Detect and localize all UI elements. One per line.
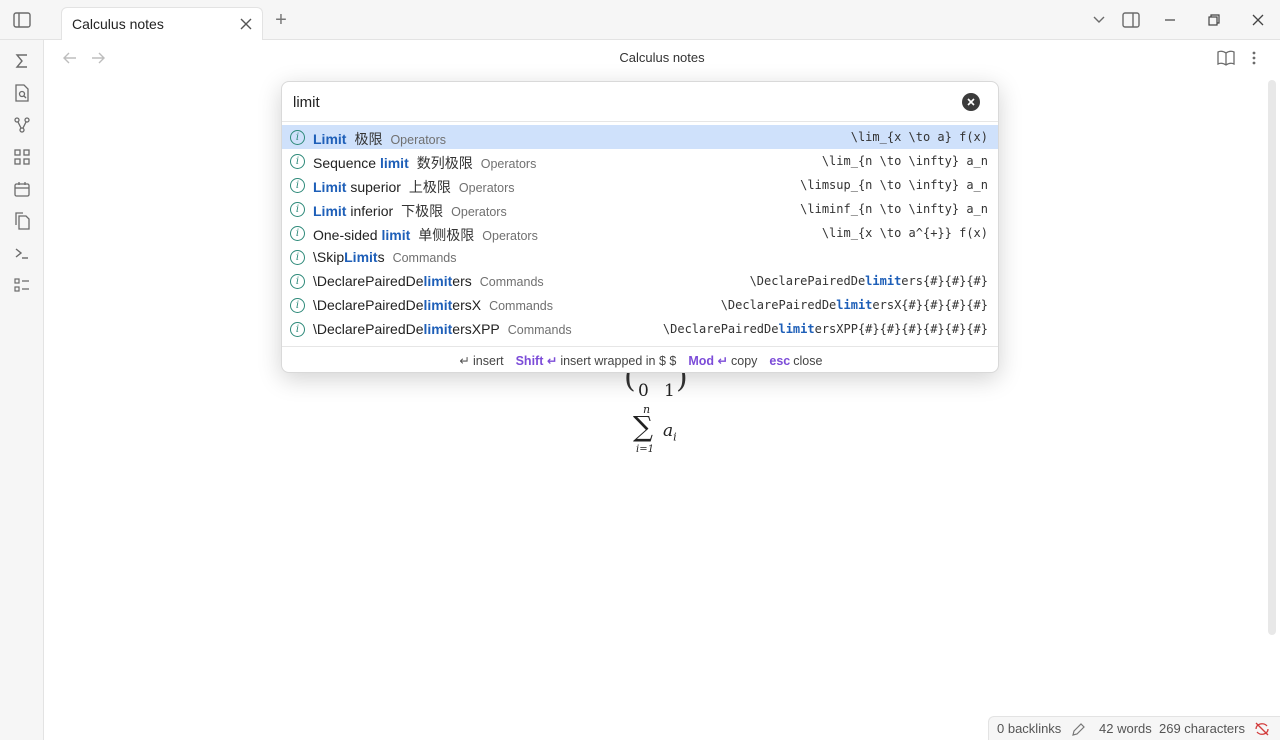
suggestion-chinese-name: 上极限 [408, 179, 451, 195]
grid-icon[interactable] [12, 147, 32, 167]
suggestion-item[interactable]: i \DeclarePairedDelimitersX Commands \Decla… [282, 293, 998, 317]
suggestion-code: \DeclarePairedDelimitersX{#}{#}{#}{#} [720, 298, 988, 312]
latex-suggest-modal: iLimit极限Operators\lim_{x \to a} f(x)iSeq… [281, 81, 999, 373]
title-bar: Calculus notes + [0, 0, 1280, 40]
suggestion-name: One-sided limit 单侧极限 Operators [313, 227, 538, 243]
close-icon[interactable] [238, 16, 254, 32]
graph-icon[interactable] [12, 115, 32, 135]
info-icon: i [290, 226, 305, 241]
left-ribbon [0, 40, 44, 740]
suggestion-name: Limit superior 上极限 Operators [313, 179, 515, 195]
matrix-cell: 1 [664, 381, 675, 401]
suggestion-code: \lim_{n \to \infty} a_n [821, 154, 988, 168]
view-header: Calculus notes [44, 40, 1280, 78]
suggestion-name: \DeclarePairedDelimiters Commands [313, 273, 544, 289]
search-file-icon[interactable] [12, 83, 32, 103]
scrollbar[interactable] [1268, 80, 1276, 635]
suggestion-item[interactable]: i Limit inferior 下极限 Operators \liminf_{n \t… [282, 197, 998, 221]
suggestion-category: Operators [451, 205, 507, 219]
character-count: 269 characters [1159, 721, 1245, 736]
info-icon: i [290, 202, 305, 217]
suggestion-category: Operators [390, 133, 447, 147]
suggestion-category: Commands [479, 275, 544, 289]
new-tab-icon[interactable]: + [271, 9, 291, 31]
backlinks-count[interactable]: 0 backlinks [997, 721, 1061, 736]
info-icon: i [290, 130, 305, 145]
copy-files-icon[interactable] [12, 211, 32, 231]
search-input[interactable] [293, 90, 943, 114]
suggestion-chinese-name: 数列极限 [416, 155, 473, 171]
suggestion-item[interactable]: i Limit superior 上极限 Operators \limsup_{n \t… [282, 173, 998, 197]
info-icon: i [290, 298, 305, 313]
sync-error-icon[interactable] [1254, 722, 1270, 739]
more-options-icon[interactable] [1245, 49, 1263, 67]
info-icon: i [290, 322, 305, 337]
tab-calculus-notes[interactable]: Calculus notes [61, 7, 263, 40]
close-window-icon[interactable] [1248, 10, 1268, 30]
terminal-icon[interactable] [12, 243, 32, 263]
suggestion-item[interactable]: i Sequence limit 数列极限 Operators \lim_{n \to … [282, 149, 998, 173]
suggestion-name: Limit inferior 下极限 Operators [313, 203, 507, 219]
suggestion-chinese-name: 单侧极限 [418, 227, 475, 243]
suggestion-item[interactable]: i One-sided limit 单侧极限 Operators \lim_{x \to… [282, 221, 998, 245]
word-count: 42 words [1099, 721, 1152, 736]
suggestion-category: Commands [507, 323, 572, 337]
hint-close: esc close [769, 353, 823, 368]
suggestion-code: \limsup_{n \to \infty} a_n [800, 178, 988, 192]
chevron-down-icon[interactable] [1089, 10, 1109, 30]
minimize-icon[interactable] [1160, 10, 1180, 30]
suggestion-item[interactable]: i \DeclarePairedDelimitersXPP Commands \Dec… [282, 317, 998, 341]
suggestion-code: \DeclarePairedDelimitersXPP{#}{#}{#}{#}{… [662, 322, 988, 336]
suggestion-category: Operators [482, 229, 538, 243]
suggestion-code: \liminf_{n \to \infty} a_n [800, 202, 988, 216]
suggestion-code: \lim_{x \to a^{+}} f(x) [821, 226, 988, 240]
sum-lower-limit: i=1 [636, 444, 654, 455]
suggestion-chinese-name: 下极限 [401, 203, 444, 219]
shortcut-hints: ↵ insert Shift ↵ insert wrapped in $ $ Mod… [282, 346, 998, 372]
info-icon: i [290, 178, 305, 193]
suggestion-name: Limit 极限 Operators [313, 131, 447, 147]
suggestion-code: \lim_{x \to a} f(x) [850, 130, 988, 144]
sidebar-toggle-icon[interactable] [12, 10, 32, 30]
info-icon: i [290, 154, 305, 169]
sigma-icon[interactable] [12, 51, 32, 71]
suggestion-code: \DeclarePairedDelimiters{#}{#}{#} [749, 274, 988, 288]
matrix-cell: 0 [638, 381, 649, 401]
suggestion-category: Commands [392, 251, 457, 265]
restore-icon[interactable] [1204, 10, 1224, 30]
info-icon: i [290, 250, 305, 265]
search-row [282, 82, 998, 122]
reading-view-icon[interactable] [1217, 49, 1235, 67]
suggestion-name: \DeclarePairedDelimitersXPP Commands [313, 321, 572, 337]
status-bar: 0 backlinks 42 words 269 characters [988, 716, 1280, 740]
clear-search-icon[interactable] [962, 93, 980, 111]
suggestion-name: Sequence limit 数列极限 Operators [313, 155, 537, 171]
suggestion-name: \DeclarePairedDelimitersX Commands [313, 297, 553, 313]
hint-insert: ↵ insert [459, 354, 504, 368]
pencil-icon[interactable] [1071, 722, 1086, 740]
suggestion-item[interactable]: i \DeclarePairedDelimiters Commands \Declar… [282, 269, 998, 293]
suggestion-name: \SkipLimits Commands [313, 249, 457, 265]
hint-copy: Mod ↵ copy [688, 354, 758, 368]
sum-sigma-symbol: ∑ [633, 410, 653, 443]
right-sidebar-icon[interactable] [1121, 10, 1141, 30]
suggestion-list: i Limit 极限 Operators \lim_{x \to a} f(x) i Seq… [282, 125, 998, 341]
info-icon: i [290, 274, 305, 289]
tab-title: Calculus notes [72, 16, 164, 32]
suggestion-item[interactable]: i \SkipLimits Commands [282, 245, 998, 269]
suggestion-item[interactable]: i Limit 极限 Operators \lim_{x \to a} f(x) [282, 125, 998, 149]
hint-wrap: Shift ↵ insert wrapped in $ $ [515, 354, 677, 368]
suggestion-chinese-name: 极限 [354, 131, 383, 147]
list-icon[interactable] [12, 275, 32, 295]
sum-body: ai [663, 421, 677, 444]
calendar-icon[interactable] [12, 179, 32, 199]
view-title: Calculus notes [619, 50, 705, 65]
suggestion-category: Operators [480, 157, 537, 171]
suggestion-category: Commands [489, 299, 553, 313]
suggestion-category: Operators [458, 181, 515, 195]
